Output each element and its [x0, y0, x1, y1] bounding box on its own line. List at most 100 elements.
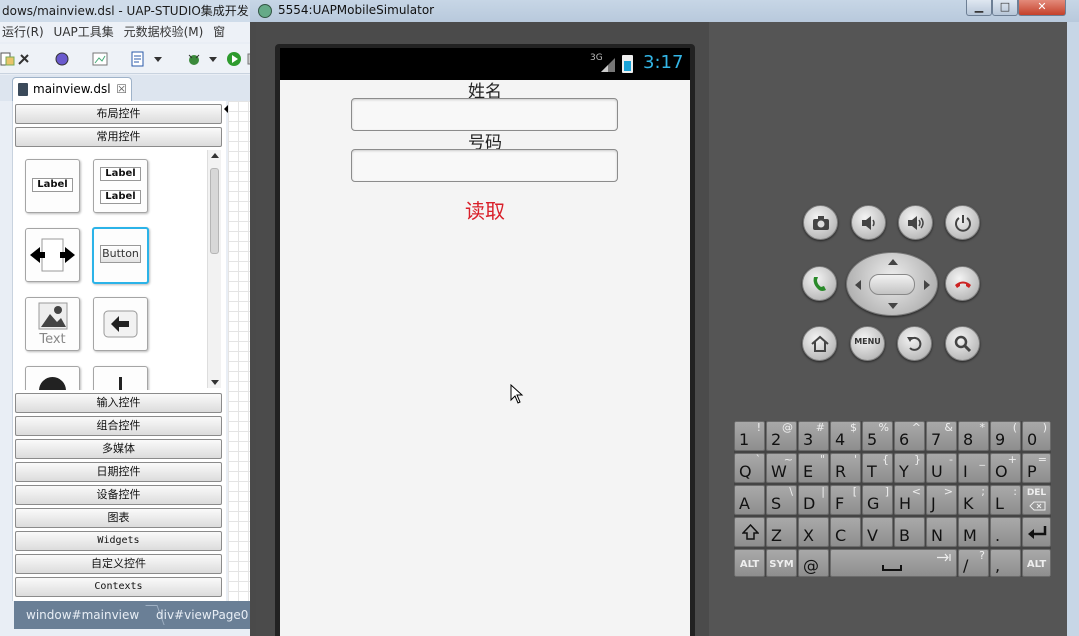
- key-f[interactable]: F[: [830, 485, 861, 515]
- close-icon[interactable]: ☒: [116, 78, 127, 100]
- key-e[interactable]: E ": [798, 453, 829, 483]
- key-s[interactable]: S \: [766, 485, 797, 515]
- minimize-button[interactable]: ▁: [966, 0, 992, 16]
- key-v[interactable]: V: [862, 517, 893, 547]
- key-space[interactable]: [830, 549, 957, 577]
- dpad-right-icon[interactable]: [924, 280, 930, 290]
- key-a[interactable]: A: [734, 485, 765, 515]
- menu-uap-tools[interactable]: UAP工具集: [54, 25, 114, 39]
- tools-icon[interactable]: [16, 51, 32, 67]
- run-icon[interactable]: [226, 51, 242, 67]
- image-control[interactable]: Text: [25, 297, 80, 351]
- document-icon[interactable]: [130, 51, 146, 67]
- dpad-center-button[interactable]: [869, 274, 915, 295]
- key-enter[interactable]: [1022, 517, 1051, 547]
- double-label-control[interactable]: Label Label: [93, 159, 148, 213]
- file-icon[interactable]: [0, 51, 16, 67]
- volume-down-button[interactable]: [851, 205, 886, 240]
- slider-control[interactable]: [93, 366, 148, 390]
- maximize-button[interactable]: □: [992, 0, 1018, 16]
- scroll-up-icon[interactable]: [211, 153, 219, 158]
- category-device-controls[interactable]: 设备控件: [15, 485, 222, 505]
- key-6[interactable]: 6 ^: [894, 421, 925, 451]
- read-button[interactable]: 读取: [280, 198, 690, 224]
- dropdown-arrow-icon[interactable]: [150, 51, 166, 67]
- category-multimedia[interactable]: 多媒体: [15, 439, 222, 459]
- dpad[interactable]: [846, 252, 938, 316]
- key-n[interactable]: N: [926, 517, 957, 547]
- category-widgets[interactable]: Widgets: [15, 531, 222, 551]
- dpad-up-icon[interactable]: [888, 259, 898, 265]
- key-b[interactable]: B: [894, 517, 925, 547]
- key-q[interactable]: Q `: [734, 453, 765, 483]
- menu-window[interactable]: 窗: [213, 25, 225, 39]
- search-button[interactable]: [945, 326, 980, 361]
- menu-metadata-check[interactable]: 元数据校验(M): [124, 25, 204, 39]
- key-g[interactable]: G]: [862, 485, 893, 515]
- category-date-controls[interactable]: 日期控件: [15, 462, 222, 482]
- key-t[interactable]: T{: [862, 453, 893, 483]
- key-z[interactable]: Z: [766, 517, 797, 547]
- back-button[interactable]: [897, 326, 932, 361]
- dropdown-arrow-icon[interactable]: [205, 51, 221, 67]
- key-period[interactable]: .: [990, 517, 1021, 547]
- number-input[interactable]: [351, 149, 618, 182]
- close-button[interactable]: ✕: [1018, 0, 1066, 16]
- key-c[interactable]: C: [830, 517, 861, 547]
- category-contexts[interactable]: Contexts: [15, 577, 222, 597]
- globe-icon[interactable]: [54, 51, 70, 67]
- key-8[interactable]: 8 *: [958, 421, 989, 451]
- key-4[interactable]: 4 $: [830, 421, 861, 451]
- key-at[interactable]: @: [798, 549, 829, 577]
- call-button[interactable]: [802, 266, 837, 301]
- key-l[interactable]: L:: [990, 485, 1021, 515]
- key-u[interactable]: U-: [926, 453, 957, 483]
- menu-button[interactable]: MENU: [850, 326, 885, 361]
- key-sym[interactable]: SYM: [766, 549, 797, 577]
- key-o[interactable]: O +: [990, 453, 1021, 483]
- label-control[interactable]: Label: [25, 159, 80, 213]
- key-comma[interactable]: ,: [990, 549, 1021, 577]
- key-x[interactable]: X: [798, 517, 829, 547]
- key-alt-left[interactable]: ALT: [734, 549, 765, 577]
- category-layout-controls[interactable]: 布局控件: [15, 104, 222, 124]
- key-shift[interactable]: [734, 517, 765, 547]
- key-0[interactable]: 0): [1022, 421, 1051, 451]
- category-composite-controls[interactable]: 组合控件: [15, 416, 222, 436]
- key-1[interactable]: 1!: [734, 421, 765, 451]
- key-alt-right[interactable]: ALT: [1022, 549, 1051, 577]
- category-input-controls[interactable]: 输入控件: [15, 393, 222, 413]
- key-i[interactable]: I _: [958, 453, 989, 483]
- dpad-left-icon[interactable]: [855, 280, 861, 290]
- button-control[interactable]: Button: [92, 227, 149, 284]
- key-h[interactable]: H <: [894, 485, 925, 515]
- power-button[interactable]: [945, 205, 980, 240]
- key-r[interactable]: R ': [830, 453, 861, 483]
- back-button-control[interactable]: [93, 297, 148, 351]
- key-m[interactable]: M: [958, 517, 989, 547]
- chart-icon[interactable]: [92, 51, 108, 67]
- key-7[interactable]: 7 &: [926, 421, 957, 451]
- home-button[interactable]: [802, 326, 837, 361]
- scroll-thumb[interactable]: [210, 168, 219, 254]
- key-y[interactable]: Y}: [894, 453, 925, 483]
- scroll-down-icon[interactable]: [211, 380, 219, 385]
- key-k[interactable]: K;: [958, 485, 989, 515]
- circle-control[interactable]: [25, 366, 80, 390]
- debug-icon[interactable]: [186, 51, 202, 67]
- key-w[interactable]: W ~: [766, 453, 797, 483]
- palette-scrollbar[interactable]: [207, 150, 221, 388]
- breadcrumb-window[interactable]: window#mainview: [26, 601, 139, 629]
- name-input[interactable]: [351, 98, 618, 131]
- design-canvas[interactable]: [228, 101, 250, 601]
- key-9[interactable]: 9(: [990, 421, 1021, 451]
- volume-up-button[interactable]: [898, 205, 933, 240]
- dpad-down-icon[interactable]: [888, 303, 898, 309]
- key-p[interactable]: P =: [1022, 453, 1051, 483]
- key-del[interactable]: DEL: [1022, 485, 1051, 515]
- camera-button[interactable]: [803, 205, 838, 240]
- menu-run[interactable]: 运行(R): [2, 25, 44, 39]
- category-custom-controls[interactable]: 自定义控件: [15, 554, 222, 574]
- horizontal-scroll-control[interactable]: [25, 228, 80, 282]
- category-charts[interactable]: 图表: [15, 508, 222, 528]
